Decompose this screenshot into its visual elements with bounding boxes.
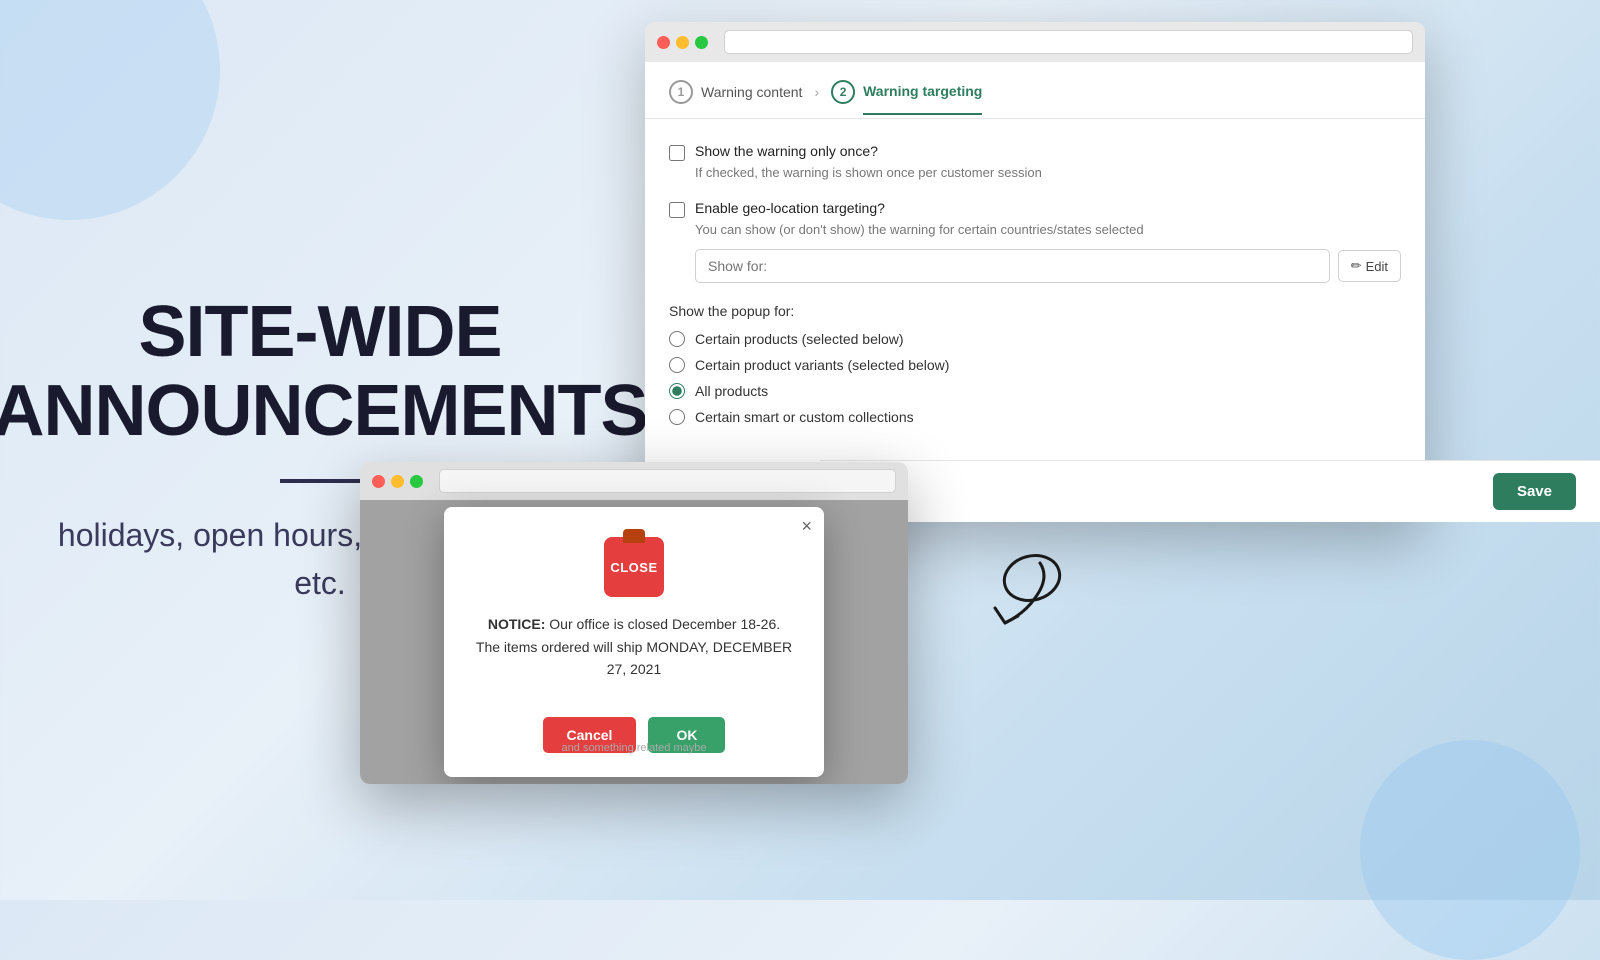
modal-body: CLOSE NOTICE: Our office is closed Decem… [444, 507, 824, 700]
show-once-row: Show the warning only once? If checked, … [669, 143, 1401, 180]
browser-window-popup: (Working Hours Warning Demo) × CLOSE NOT… [360, 462, 908, 784]
geo-checkbox[interactable] [669, 202, 685, 218]
radio-collections-label: Certain smart or custom collections [695, 409, 914, 425]
radio-certain-products-input[interactable] [669, 331, 685, 347]
geo-targeting-row: Enable geo-location targeting? You can s… [669, 200, 1401, 283]
geo-checkbox-row: Enable geo-location targeting? [669, 200, 1401, 218]
dot-red[interactable] [657, 36, 670, 49]
main-heading: SITE-WIDE ANNOUNCEMENTS [0, 293, 648, 451]
popup-for-label: Show the popup for: [669, 303, 1401, 319]
radio-all-products-label: All products [695, 383, 768, 399]
step2-item[interactable]: 2 Warning targeting [831, 80, 982, 118]
radio-certain-products: Certain products (selected below) [669, 331, 1401, 347]
popup-url-bar[interactable] [439, 469, 896, 493]
browser-titlebar-popup [360, 462, 908, 500]
browser-titlebar-main [645, 22, 1425, 62]
deco-circle-bottomright [1360, 740, 1580, 960]
modal-dialog: × CLOSE NOTICE: Our office is closed Dec… [444, 507, 824, 776]
popup-dot-green[interactable] [410, 475, 423, 488]
radio-certain-variants: Certain product variants (selected below… [669, 357, 1401, 373]
save-button[interactable]: Save [1493, 473, 1576, 510]
dot-green[interactable] [695, 36, 708, 49]
radio-collections-input[interactable] [669, 409, 685, 425]
show-once-checkbox[interactable] [669, 145, 685, 161]
divider [280, 479, 360, 483]
step1-item[interactable]: 1 Warning content [669, 80, 802, 118]
radio-certain-variants-label: Certain product variants (selected below… [695, 357, 949, 373]
browser-window-main: 1 Warning content › 2 Warning targeting … [645, 22, 1425, 522]
radio-all-products-input[interactable] [669, 383, 685, 399]
edit-icon: ✏ [1351, 258, 1362, 274]
geo-label: Enable geo-location targeting? [695, 200, 885, 216]
url-bar[interactable] [724, 30, 1413, 54]
edit-label: Edit [1366, 259, 1388, 274]
modal-notice-bold: NOTICE: [488, 616, 546, 632]
modal-notice: NOTICE: Our office is closed December 18… [474, 613, 794, 680]
step-chevron: › [814, 84, 819, 114]
step1-label: Warning content [701, 84, 802, 100]
popup-for-row: Show the popup for: Certain products (se… [669, 303, 1401, 425]
close-sign-label: CLOSE [610, 560, 657, 575]
modal-close-button[interactable]: × [801, 517, 812, 535]
steps-nav: 1 Warning content › 2 Warning targeting [645, 62, 1425, 119]
step1-circle: 1 [669, 80, 693, 104]
radio-certain-products-label: Certain products (selected below) [695, 331, 904, 347]
radio-collections: Certain smart or custom collections [669, 409, 1401, 425]
save-bar: Save [820, 460, 1600, 522]
show-once-label: Show the warning only once? [695, 143, 878, 159]
show-once-desc: If checked, the warning is shown once pe… [695, 165, 1401, 180]
show-for-input[interactable] [695, 249, 1330, 283]
step2-label: Warning targeting [863, 83, 982, 115]
close-sign-icon: CLOSE [604, 537, 664, 597]
show-for-container: ✏ Edit [695, 249, 1401, 283]
popup-bg-text2: and something related maybe [562, 742, 707, 754]
edit-button[interactable]: ✏ Edit [1338, 250, 1401, 282]
step2-circle: 2 [831, 80, 855, 104]
modal-footer: Cancel OK [444, 701, 824, 777]
browser-content: 1 Warning content › 2 Warning targeting … [645, 62, 1425, 522]
arrow-annotation [950, 548, 1070, 648]
geo-desc: You can show (or don't show) the warning… [695, 222, 1401, 237]
radio-all-products: All products [669, 383, 1401, 399]
popup-dot-red[interactable] [372, 475, 385, 488]
show-once-checkbox-row: Show the warning only once? [669, 143, 1401, 161]
popup-dot-yellow[interactable] [391, 475, 404, 488]
form-area: Show the warning only once? If checked, … [645, 119, 1425, 469]
popup-demo-bg: (Working Hours Warning Demo) × CLOSE NOT… [360, 500, 908, 784]
radio-certain-variants-input[interactable] [669, 357, 685, 373]
dot-yellow[interactable] [676, 36, 689, 49]
